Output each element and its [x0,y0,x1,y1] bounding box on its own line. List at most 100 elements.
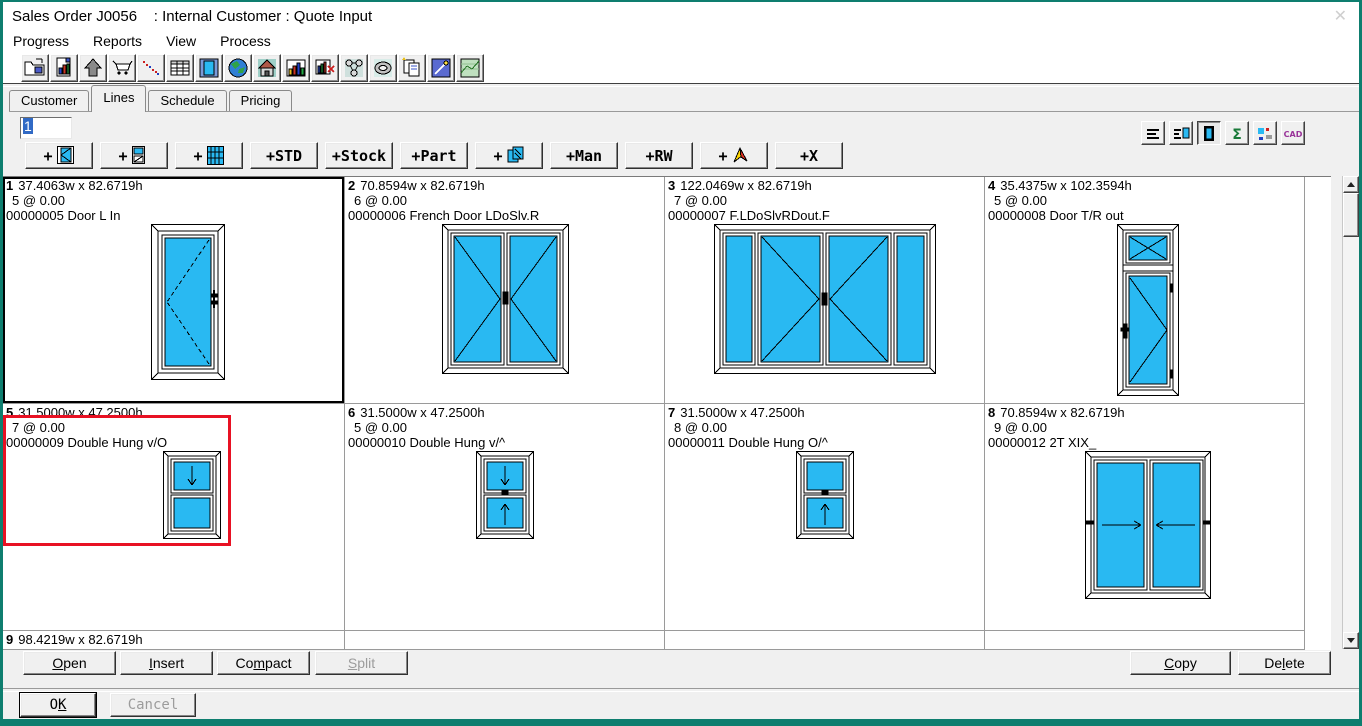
scroll-thumb[interactable] [1343,193,1359,237]
add-part-button[interactable]: +Part [400,142,468,169]
line-description: 00000011 Double Hung O/^ [668,435,828,450]
tab-customer[interactable]: Customer [9,90,89,111]
tab-pricing[interactable]: Pricing [229,90,293,111]
view-sigma-button[interactable]: Σ [1225,121,1249,145]
add-std-button[interactable]: +STD [250,142,318,169]
line-cell-4[interactable]: 435.4375w x 102.3594h5 @ 0.0000000008 Do… [985,177,1305,404]
toolbar-button-racetrack[interactable] [369,54,397,82]
add-button-label: +Man [566,147,602,165]
label-post: nsert [153,655,184,671]
line-number: 5 [6,405,13,420]
add-copy-pages-button[interactable]: + [475,142,543,169]
add-button-label: +RW [645,147,672,165]
toolbar-button-open-order[interactable] [21,54,49,82]
toolbar-button-globe[interactable] [224,54,252,82]
label-pre: Co [235,655,253,671]
view-cad-text-button[interactable]: CAD [1281,121,1305,145]
add-button-label: + [193,147,202,165]
insert-button[interactable]: Insert [120,651,213,675]
empty-cell [665,631,985,650]
scatter-plot-icon [139,56,163,80]
line-description: 00000012 2T XIX_ [988,435,1096,450]
line-number-input[interactable]: 1 [20,117,72,139]
up-arrow-icon [1347,182,1355,187]
add-rw-button[interactable]: +RW [625,142,693,169]
view-thumbnail-button[interactable] [1197,121,1221,145]
vertical-scrollbar[interactable] [1342,176,1359,649]
toolbar-button-data-table[interactable] [166,54,194,82]
cancel-button: Cancel [110,693,196,717]
toolbar-button-copy-document[interactable] [398,54,426,82]
line-cell-5[interactable]: 531.5000w x 47.2500h7 @ 0.0000000009 Dou… [3,404,345,631]
slider-xo-drawing [1085,451,1211,599]
line-quantity-price: 7 @ 0.00 [12,420,65,435]
view-list-with-thumbnail-button[interactable] [1169,121,1193,145]
line-header: 3122.0469w x 82.6719h [668,178,812,193]
line-cell-9[interactable]: 998.4219w x 82.6719h [3,631,345,650]
line-actions-row: OpenInsertCompactSplitCopyDelete [3,651,1359,677]
door-with-sidelites-drawing [714,224,936,374]
line-cell-8[interactable]: 870.8594w x 82.6719h9 @ 0.0000000012 2T … [985,404,1305,631]
add-pointer-arrow-button[interactable]: + [700,142,768,169]
toolbar-button-report-chart[interactable] [50,54,78,82]
menu-item-process[interactable]: Process [220,33,271,49]
toolbar-button-export-up[interactable] [79,54,107,82]
line-cell-6[interactable]: 631.5000w x 47.2500h5 @ 0.0000000010 Dou… [345,404,665,631]
toolbar-button-house[interactable] [253,54,281,82]
line-header: 137.4063w x 82.6719h [6,178,143,193]
scroll-up-button[interactable] [1343,176,1359,193]
double-hung-top-vent-drawing [163,451,221,539]
toolbar-button-scatter-plot[interactable] [137,54,165,82]
line-quantity-price: 8 @ 0.00 [674,420,727,435]
toolbar-button-optimize-blue[interactable] [427,54,455,82]
add-double-hung-window-button[interactable]: + [100,142,168,169]
add-man-button[interactable]: +Man [550,142,618,169]
close-icon[interactable]: ✕ [1334,6,1347,26]
line-quantity-price: 6 @ 0.00 [354,193,407,208]
tab-schedule[interactable]: Schedule [148,90,226,111]
open-button[interactable]: Open [23,651,116,675]
copy-button[interactable]: Copy [1130,651,1231,675]
menu-item-progress[interactable]: Progress [13,33,69,49]
view-optimize-pattern-button[interactable] [1253,121,1277,145]
line-quantity-price: 7 @ 0.00 [674,193,727,208]
sigma-icon: Σ [1226,123,1248,143]
quote-input-window: Sales Order J0056 : Internal Customer : … [3,2,1359,719]
line-description: 00000008 Door T/R out [988,208,1124,223]
copy-pages-icon [507,146,525,165]
line-cell-7[interactable]: 731.5000w x 47.2500h8 @ 0.0000000011 Dou… [665,404,985,631]
pointer-arrow-icon [732,146,750,165]
add-button-label: +Stock [332,147,386,165]
view-text-list-button[interactable] [1141,121,1165,145]
line-number: 3 [668,178,675,193]
line-number: 9 [6,632,13,647]
line-cell-3[interactable]: 3122.0469w x 82.6719h7 @ 0.0000000007 F.… [665,177,985,404]
toolbar-button-chart-edit[interactable] [311,54,339,82]
toolbar-button-glass-chart[interactable] [456,54,484,82]
line-quantity-price: 5 @ 0.00 [994,193,1047,208]
add-button-label: +Part [411,147,456,165]
add-stock-button[interactable]: +Stock [325,142,393,169]
french-door-drawing [442,224,569,374]
globe-icon [226,56,250,80]
add-x-button[interactable]: +X [775,142,843,169]
toolbar-button-color-chart[interactable] [282,54,310,82]
add-grid-window-button[interactable]: + [175,142,243,169]
tab-lines[interactable]: Lines [91,85,146,112]
line-dimensions: 31.5000w x 47.2500h [18,405,142,420]
delete-button[interactable]: Delete [1238,651,1331,675]
toolbar-button-network[interactable] [340,54,368,82]
toolbar-button-shopping-cart[interactable] [108,54,136,82]
line-cell-2[interactable]: 270.8594w x 82.6719h6 @ 0.0000000006 Fre… [345,177,665,404]
scroll-down-button[interactable] [1343,632,1359,649]
menu-item-view[interactable]: View [166,33,196,49]
color-chart-icon [284,56,308,80]
line-number: 8 [988,405,995,420]
add-casement-window-button[interactable]: + [25,142,93,169]
toolbar-button-window-preview[interactable] [195,54,223,82]
menu-item-reports[interactable]: Reports [93,33,142,49]
line-cell-1[interactable]: 137.4063w x 82.6719h5 @ 0.0000000005 Doo… [3,177,345,404]
compact-button[interactable]: Compact [217,651,310,675]
desktop: { "window": { "title": "Sales Order J005… [0,0,1362,726]
ok-button[interactable]: OK [20,693,96,717]
